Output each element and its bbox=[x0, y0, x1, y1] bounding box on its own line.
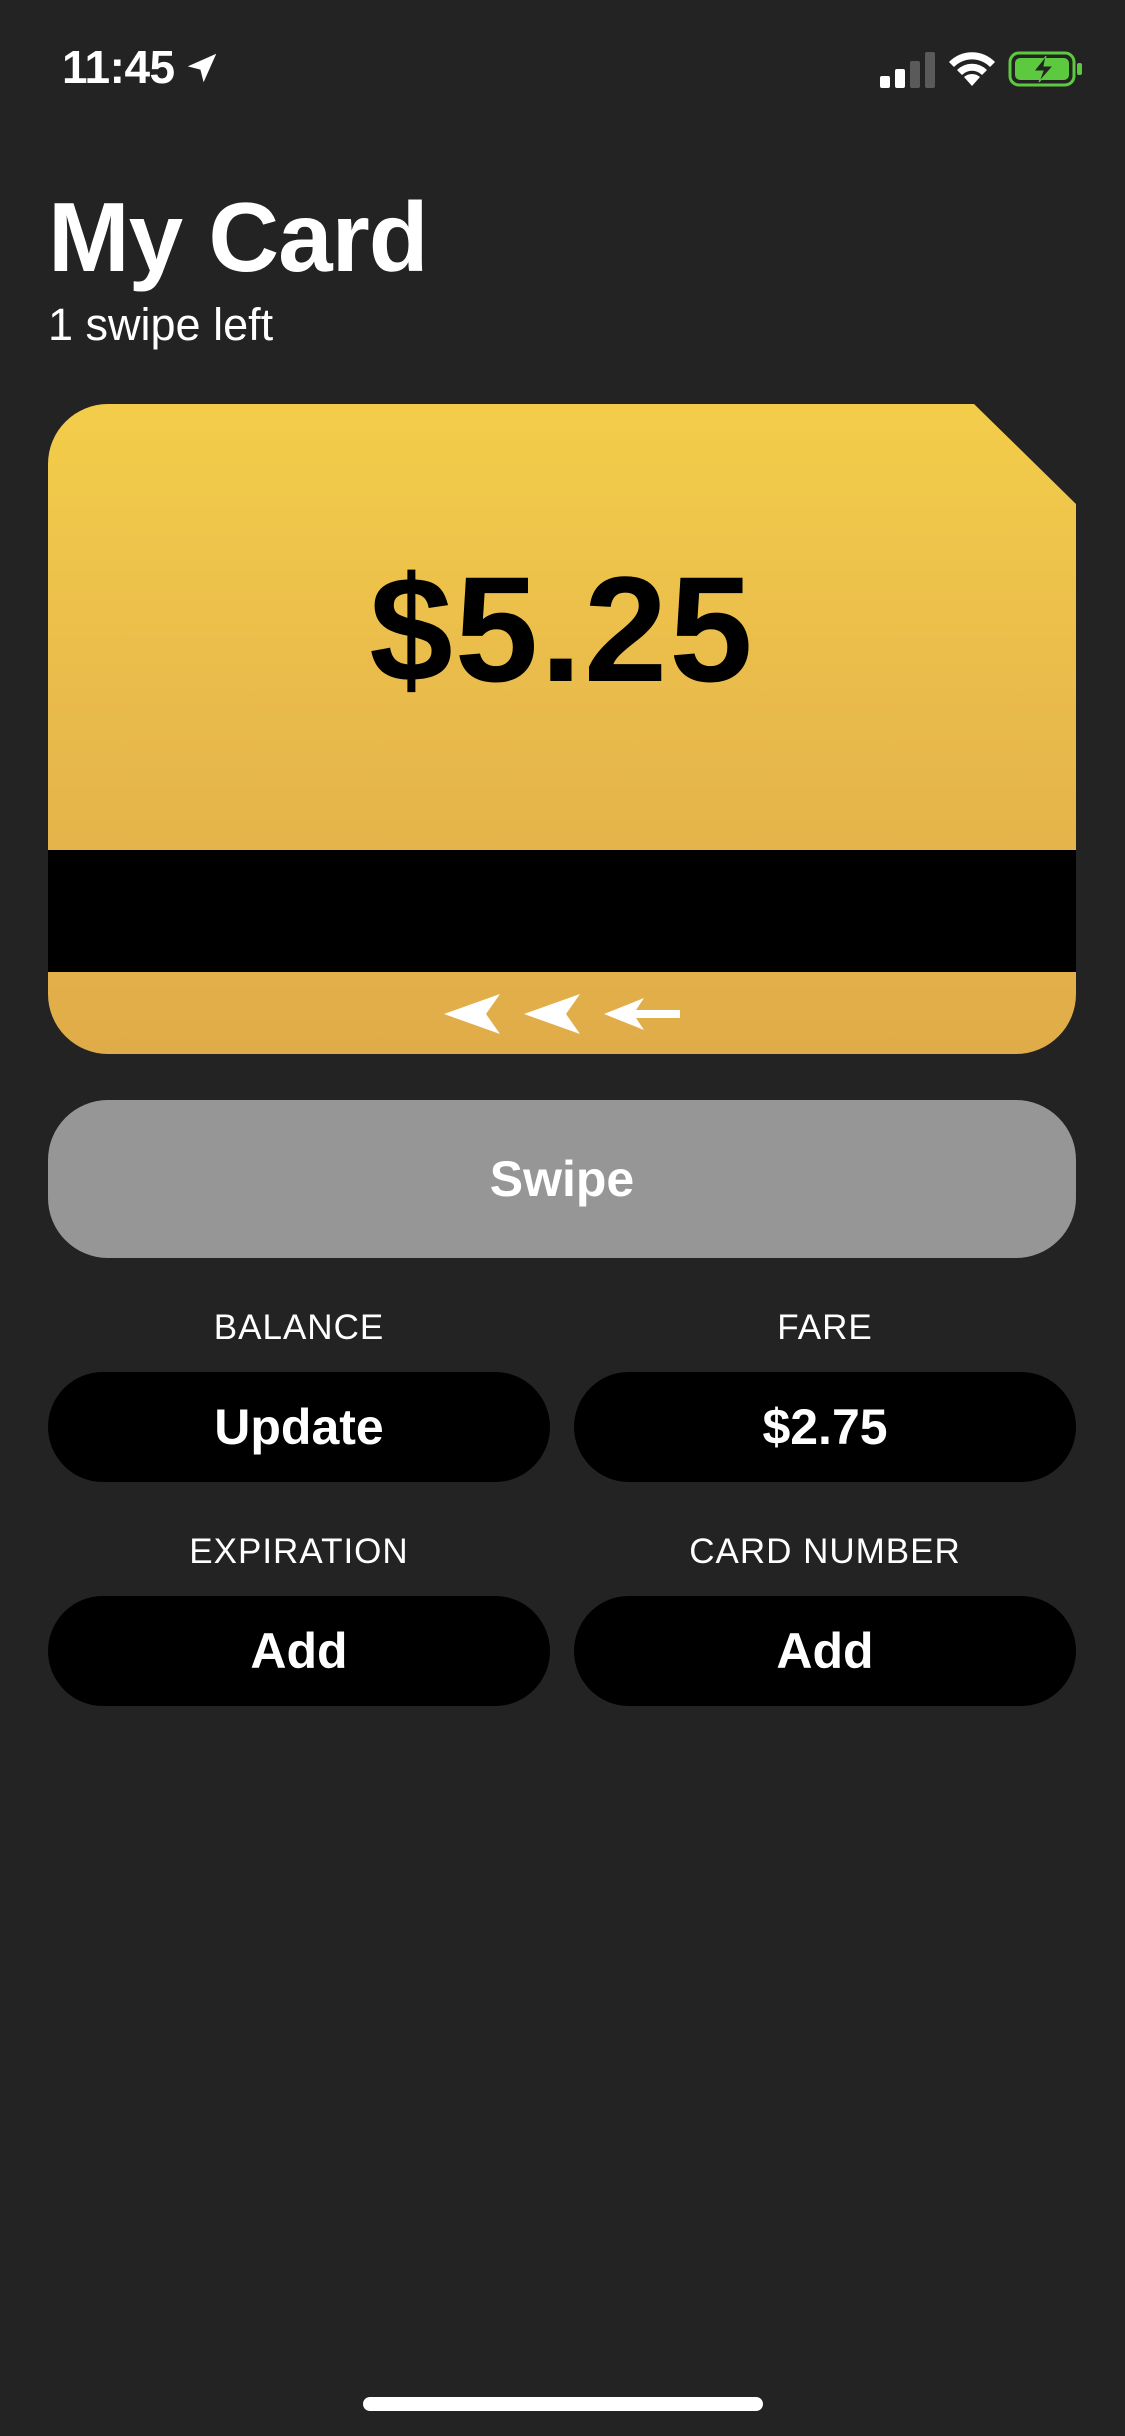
update-balance-button[interactable]: Update bbox=[48, 1372, 550, 1482]
expiration-label: EXPIRATION bbox=[189, 1532, 409, 1571]
swipes-left-text: 1 swipe left bbox=[48, 299, 274, 350]
fare-label: FARE bbox=[777, 1308, 873, 1347]
location-arrow-icon bbox=[187, 53, 216, 83]
magnetic-stripe bbox=[48, 850, 1076, 972]
transit-card[interactable]: $5.25 bbox=[48, 404, 1076, 1054]
balance-label: BALANCE bbox=[213, 1308, 385, 1347]
wifi-icon bbox=[949, 52, 995, 86]
battery-charging-icon bbox=[1008, 51, 1082, 87]
home-indicator[interactable] bbox=[363, 2397, 763, 2411]
fare-button[interactable]: $2.75 bbox=[574, 1372, 1076, 1482]
status-bar: 11:45 bbox=[0, 0, 1125, 135]
card-number-label: CARD NUMBER bbox=[689, 1532, 961, 1571]
card-balance: $5.25 bbox=[369, 545, 755, 713]
status-time: 11:45 bbox=[62, 40, 221, 94]
swipe-button[interactable]: Swipe bbox=[48, 1100, 1076, 1258]
page-title: My Card bbox=[48, 182, 429, 292]
status-time-text: 11:45 bbox=[62, 41, 175, 93]
cellular-signal-icon bbox=[880, 52, 935, 88]
add-card-number-button[interactable]: Add bbox=[574, 1596, 1076, 1706]
add-expiration-button[interactable]: Add bbox=[48, 1596, 550, 1706]
swipe-left-arrows-icon bbox=[444, 994, 680, 1034]
